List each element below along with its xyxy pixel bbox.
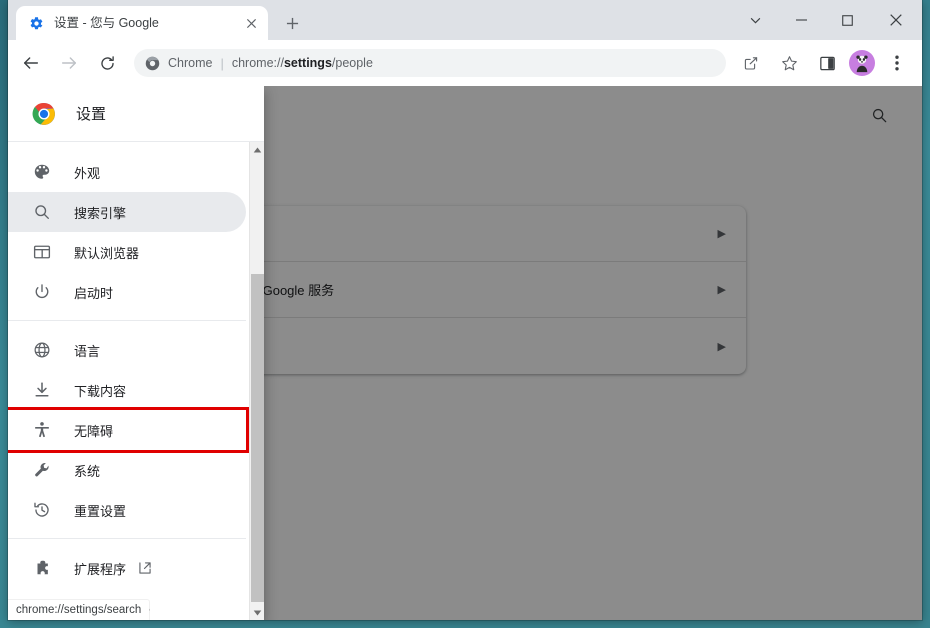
forward-icon[interactable] <box>54 48 84 78</box>
sidebar-item-label: 搜索引擎 <box>74 205 127 221</box>
avatar[interactable] <box>849 50 875 76</box>
close-window-icon[interactable] <box>870 0 922 40</box>
browser-menu-icon[interactable] <box>882 48 912 78</box>
share-icon[interactable] <box>736 48 766 78</box>
scroll-down-arrow-icon[interactable] <box>250 605 264 620</box>
sidebar-item-search-engine[interactable]: 搜索引擎 <box>8 192 246 232</box>
sidebar-item-label: 默认浏览器 <box>74 245 140 261</box>
sidebar-item-label: 下载内容 <box>74 383 127 399</box>
scroll-up-arrow-icon[interactable] <box>250 142 264 157</box>
status-bubble-text: chrome://settings/search <box>16 604 142 616</box>
power-icon <box>32 282 52 302</box>
chevron-down-icon[interactable] <box>732 0 778 40</box>
omnibox-separator: | <box>220 55 224 71</box>
drawer-title: 设置 <box>76 106 107 123</box>
sidebar-item-label: 系统 <box>74 463 101 479</box>
chrome-logo-icon <box>32 102 56 126</box>
browser-window: 设置 - 您与 Google Chrome | chrome://setting… <box>8 0 922 620</box>
sidebar-item-label: 扩展程序 <box>74 561 127 577</box>
status-bubble: chrome://settings/search <box>8 600 150 620</box>
download-icon <box>32 380 52 400</box>
nav-divider <box>8 538 246 539</box>
back-icon[interactable] <box>16 48 46 78</box>
new-tab-button[interactable] <box>278 9 306 37</box>
address-bar[interactable]: Chrome | chrome://settings/people <box>134 49 726 77</box>
gear-icon <box>28 15 44 31</box>
browser-tab[interactable]: 设置 - 您与 Google <box>16 6 268 40</box>
sidebar-item-label: 无障碍 <box>74 423 114 439</box>
url-prefix: chrome:// <box>231 56 284 70</box>
palette-icon <box>32 162 52 182</box>
side-panel-icon[interactable] <box>812 48 842 78</box>
browser-toolbar: Chrome | chrome://settings/people <box>8 40 922 86</box>
sidebar-item-label: 启动时 <box>74 285 114 301</box>
url-text: chrome://settings/people <box>232 56 373 70</box>
globe-icon <box>32 340 52 360</box>
scrollbar-thumb[interactable] <box>251 274 264 602</box>
maximize-icon[interactable] <box>824 0 870 40</box>
url-suffix: /people <box>331 56 373 70</box>
nav-list: 外观 搜索引擎 默认浏览器 启动时 语言 下载内容 无障碍 系统 重置设置 扩展… <box>8 152 264 620</box>
drawer-header: 设置 <box>8 86 264 142</box>
settings-nav-drawer: 设置 外观 搜索引擎 默认浏览器 启动时 语言 下载内容 无障碍 系统 重置设置… <box>8 86 264 620</box>
sidebar-item-accessibility[interactable]: 无障碍 <box>8 407 249 453</box>
sidebar-item-label: 语言 <box>74 343 101 359</box>
sidebar-item-on-startup[interactable]: 启动时 <box>8 272 246 312</box>
reload-icon[interactable] <box>92 48 122 78</box>
search-icon <box>32 202 52 222</box>
minimize-icon[interactable] <box>778 0 824 40</box>
url-bold: settings <box>283 56 332 70</box>
sidebar-item-extensions[interactable]: 扩展程序 <box>8 548 246 588</box>
sidebar-item-downloads[interactable]: 下载内容 <box>8 370 246 410</box>
restore-icon <box>32 500 52 520</box>
close-icon[interactable] <box>242 14 260 32</box>
external-link-icon <box>138 561 152 575</box>
puzzle-icon <box>32 558 52 578</box>
tab-title: 设置 - 您与 Google <box>54 16 159 30</box>
sidebar-item-label: 重置设置 <box>74 503 127 519</box>
sidebar-item-reset-settings[interactable]: 重置设置 <box>8 490 246 530</box>
sidebar-item-system[interactable]: 系统 <box>8 450 246 490</box>
security-chip-label: Chrome <box>168 56 213 70</box>
accessibility-icon <box>32 420 52 440</box>
wrench-icon <box>32 460 52 480</box>
tab-strip: 设置 - 您与 Google <box>8 0 922 40</box>
drawer-scroll-region: 外观 搜索引擎 默认浏览器 启动时 语言 下载内容 无障碍 系统 重置设置 扩展… <box>8 142 264 620</box>
screen: 设置 - 您与 Google Chrome | chrome://setting… <box>0 0 930 628</box>
page-viewport: ▶ 同步和 Google 服务 ▶ ▶ 设置 外观 搜索引擎 默认浏览器 启动时… <box>8 86 922 620</box>
chrome-icon <box>144 55 160 71</box>
browser-window-icon <box>32 242 52 262</box>
sidebar-item-languages[interactable]: 语言 <box>8 330 246 370</box>
window-controls <box>732 0 922 40</box>
star-icon[interactable] <box>774 48 804 78</box>
sidebar-item-appearance[interactable]: 外观 <box>8 152 246 192</box>
nav-divider <box>8 320 246 321</box>
sidebar-item-default-browser[interactable]: 默认浏览器 <box>8 232 246 272</box>
sidebar-item-label: 外观 <box>74 165 101 181</box>
drawer-scrollbar[interactable] <box>249 142 264 620</box>
